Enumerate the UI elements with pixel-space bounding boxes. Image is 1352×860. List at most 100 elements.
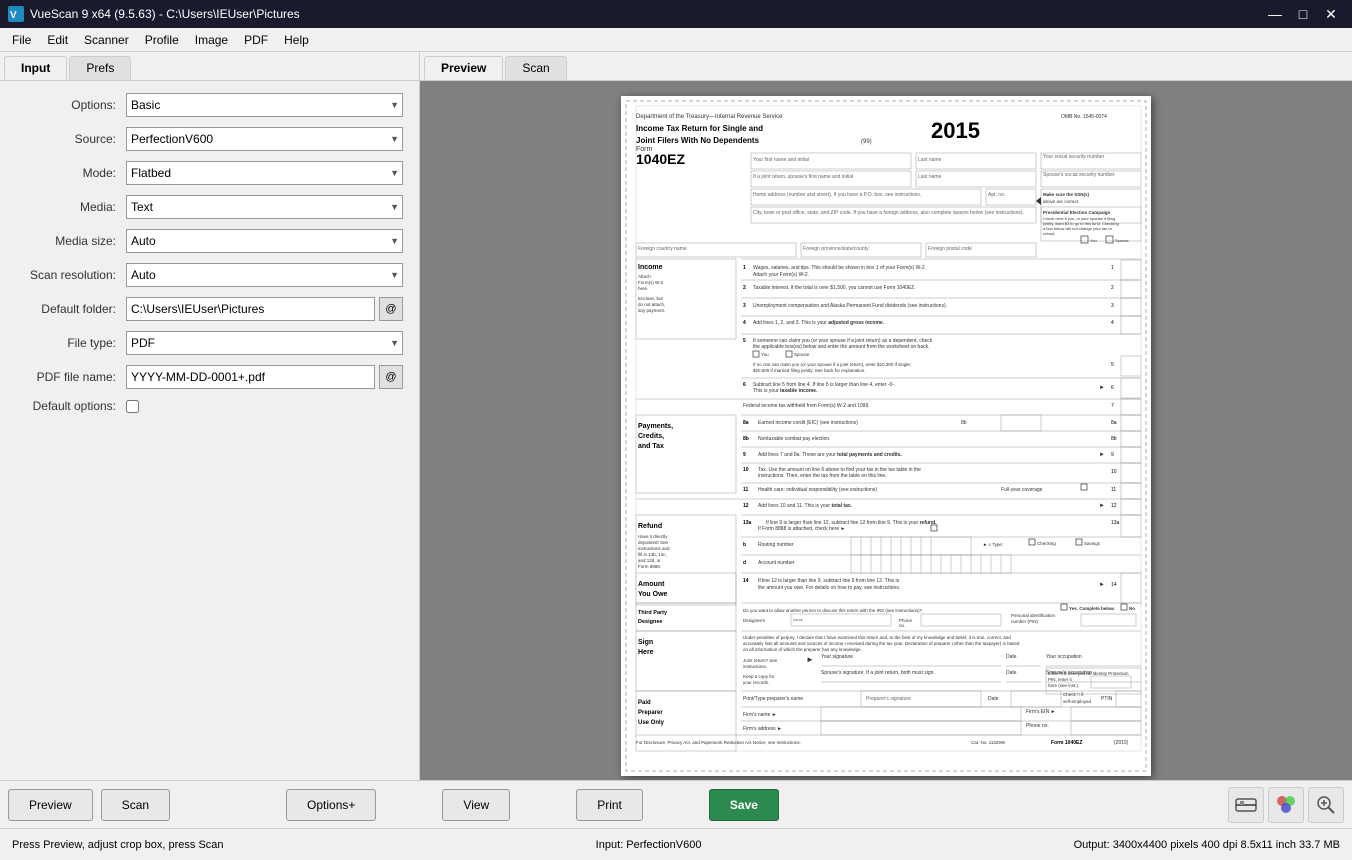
svg-text:12: 12: [1111, 503, 1117, 509]
source-label: Source:: [16, 132, 126, 146]
title-bar: V VueScan 9 x64 (9.5.63) - C:\Users\IEUs…: [0, 0, 1352, 28]
pdf-file-name-input[interactable]: [126, 365, 375, 389]
svg-text:Credits,: Credits,: [638, 433, 664, 440]
svg-text:5: 5: [743, 338, 746, 344]
svg-text:here (see inst.): here (see inst.): [1048, 683, 1079, 688]
bottom-toolbar: Preview Scan Options+ View Print Save: [0, 780, 1352, 828]
svg-text:8a: 8a: [743, 420, 749, 426]
svg-text:► c Type:: ► c Type:: [983, 542, 1003, 547]
color-icon-button[interactable]: [1268, 787, 1304, 823]
media-size-select[interactable]: Auto Letter A4 Legal: [126, 229, 403, 253]
tab-scan[interactable]: Scan: [505, 56, 566, 80]
svg-text:Third Party: Third Party: [638, 610, 668, 616]
svg-text:Spouse's signature. If a joint: Spouse's signature. If a joint return, b…: [821, 670, 935, 676]
svg-text:1040EZ: 1040EZ: [636, 151, 685, 167]
svg-text:Federal income tax withheld fr: Federal income tax withheld from Form(s)…: [743, 403, 870, 409]
mode-label: Mode:: [16, 166, 126, 180]
svg-text:If the IRS sent you an Identit: If the IRS sent you an Identity Protecti…: [1048, 671, 1129, 676]
svg-text:PIN, enter it: PIN, enter it: [1048, 677, 1073, 682]
default-folder-at-button[interactable]: @: [379, 297, 403, 321]
svg-text:Your social security number: Your social security number: [1043, 154, 1105, 160]
svg-text:City, town or post office, sta: City, town or post office, state, and ZI…: [753, 210, 1024, 216]
default-options-checkbox[interactable]: [126, 400, 139, 413]
tab-input[interactable]: Input: [4, 56, 67, 80]
svg-text:and 13d, or: and 13d, or: [638, 558, 661, 563]
svg-text:Firm's address ►: Firm's address ►: [743, 726, 782, 732]
svg-text:10: 10: [743, 467, 749, 473]
svg-text:This is your taxable income.: This is your taxable income.: [753, 388, 818, 394]
svg-text:Keep a copy for: Keep a copy for: [743, 674, 775, 679]
svg-text:Here: Here: [638, 649, 654, 656]
menu-pdf[interactable]: PDF: [236, 31, 276, 49]
svg-text:Full-year coverage: Full-year coverage: [1001, 487, 1043, 493]
svg-text:13a: 13a: [743, 520, 752, 526]
svg-text:$20,600 if married filing join: $20,600 if married filing jointly. See b…: [753, 368, 865, 373]
status-bar: Press Preview, adjust crop box, press Sc…: [0, 828, 1352, 860]
file-type-select[interactable]: PDF JPEG TIFF PNG: [126, 331, 403, 355]
svg-text:If no one can claim you (or yo: If no one can claim you (or your spouse …: [753, 362, 911, 367]
svg-text:1: 1: [1111, 265, 1114, 271]
pdf-file-name-at-button[interactable]: @: [379, 365, 403, 389]
default-options-label: Default options:: [16, 399, 126, 413]
options-plus-button[interactable]: Options+: [286, 789, 376, 821]
mode-select-wrapper: Flatbed ADF Front ADF Back ADF Duplex: [126, 161, 403, 185]
svg-text:Preparer's signature: Preparer's signature: [866, 696, 911, 702]
svg-text:Joint return? See: Joint return? See: [743, 658, 778, 663]
scanner-icon: [1234, 793, 1258, 817]
maximize-button[interactable]: □: [1290, 4, 1316, 24]
default-folder-input[interactable]: [126, 297, 375, 321]
media-select[interactable]: Text Photo Slide Negative: [126, 195, 403, 219]
document-svg: Department of the Treasury—Internal Reve…: [621, 96, 1151, 776]
options-select[interactable]: Basic Standard Professional: [126, 93, 403, 117]
preview-button[interactable]: Preview: [8, 789, 93, 821]
source-select-wrapper: PerfectionV600: [126, 127, 403, 151]
color-icon: [1274, 793, 1298, 817]
svg-text:For Disclosure, Privacy Act, a: For Disclosure, Privacy Act, and Paperwo…: [636, 740, 801, 745]
scan-resolution-row: Scan resolution: Auto 150 300 600 1200: [16, 263, 403, 287]
svg-text:do not attach,: do not attach,: [638, 302, 665, 307]
file-type-row: File type: PDF JPEG TIFF PNG: [16, 331, 403, 355]
menu-scanner[interactable]: Scanner: [76, 31, 137, 49]
svg-text:Refund: Refund: [638, 523, 662, 530]
svg-text:Paid: Paid: [638, 700, 651, 706]
tab-prefs[interactable]: Prefs: [69, 56, 131, 80]
view-button[interactable]: View: [442, 789, 510, 821]
menu-image[interactable]: Image: [187, 31, 236, 49]
svg-text:Enclose, but: Enclose, but: [638, 296, 664, 301]
scan-resolution-select[interactable]: Auto 150 300 600 1200: [126, 263, 403, 287]
zoom-icon-button[interactable]: [1308, 787, 1344, 823]
svg-text:►: ►: [1099, 452, 1105, 458]
options-select-wrapper: Basic Standard Professional: [126, 93, 403, 117]
svg-text:2015: 2015: [931, 118, 980, 143]
source-select[interactable]: PerfectionV600: [126, 127, 403, 151]
media-size-label: Media size:: [16, 234, 126, 248]
svg-text:If line 12 is larger than line: If line 12 is larger than line 9, subtra…: [758, 578, 900, 584]
menu-help[interactable]: Help: [276, 31, 317, 49]
mode-select[interactable]: Flatbed ADF Front ADF Back ADF Duplex: [126, 161, 403, 185]
svg-text:Your signature: Your signature: [821, 654, 853, 660]
svg-text:Savings: Savings: [1084, 541, 1101, 546]
scan-icon-button[interactable]: [1228, 787, 1264, 823]
close-button[interactable]: ✕: [1318, 4, 1344, 24]
svg-text:Cat. No. 11329W: Cat. No. 11329W: [971, 740, 1006, 745]
scan-button[interactable]: Scan: [101, 789, 170, 821]
minimize-button[interactable]: —: [1262, 4, 1288, 24]
tab-preview[interactable]: Preview: [424, 56, 503, 80]
svg-text:Date: Date: [1006, 670, 1017, 676]
svg-text:Form 8888.: Form 8888.: [638, 564, 661, 569]
menu-profile[interactable]: Profile: [137, 31, 187, 49]
app-icon: V: [8, 6, 24, 22]
svg-text:Your first name and initial: Your first name and initial: [753, 157, 809, 163]
source-row: Source: PerfectionV600: [16, 127, 403, 151]
svg-text:13a: 13a: [1111, 520, 1120, 526]
svg-text:self-employed: self-employed: [1063, 699, 1092, 704]
print-button[interactable]: Print: [576, 789, 643, 821]
options-row: Options: Basic Standard Professional: [16, 93, 403, 117]
menu-file[interactable]: File: [4, 31, 39, 49]
menu-edit[interactable]: Edit: [39, 31, 76, 49]
svg-text:Taxable interest. If the total: Taxable interest. If the total is over $…: [753, 285, 916, 291]
scan-resolution-label: Scan resolution:: [16, 268, 126, 282]
svg-text:Make sure the SSN(s): Make sure the SSN(s): [1043, 192, 1090, 197]
svg-text:8b: 8b: [743, 436, 749, 442]
save-button[interactable]: Save: [709, 789, 779, 821]
